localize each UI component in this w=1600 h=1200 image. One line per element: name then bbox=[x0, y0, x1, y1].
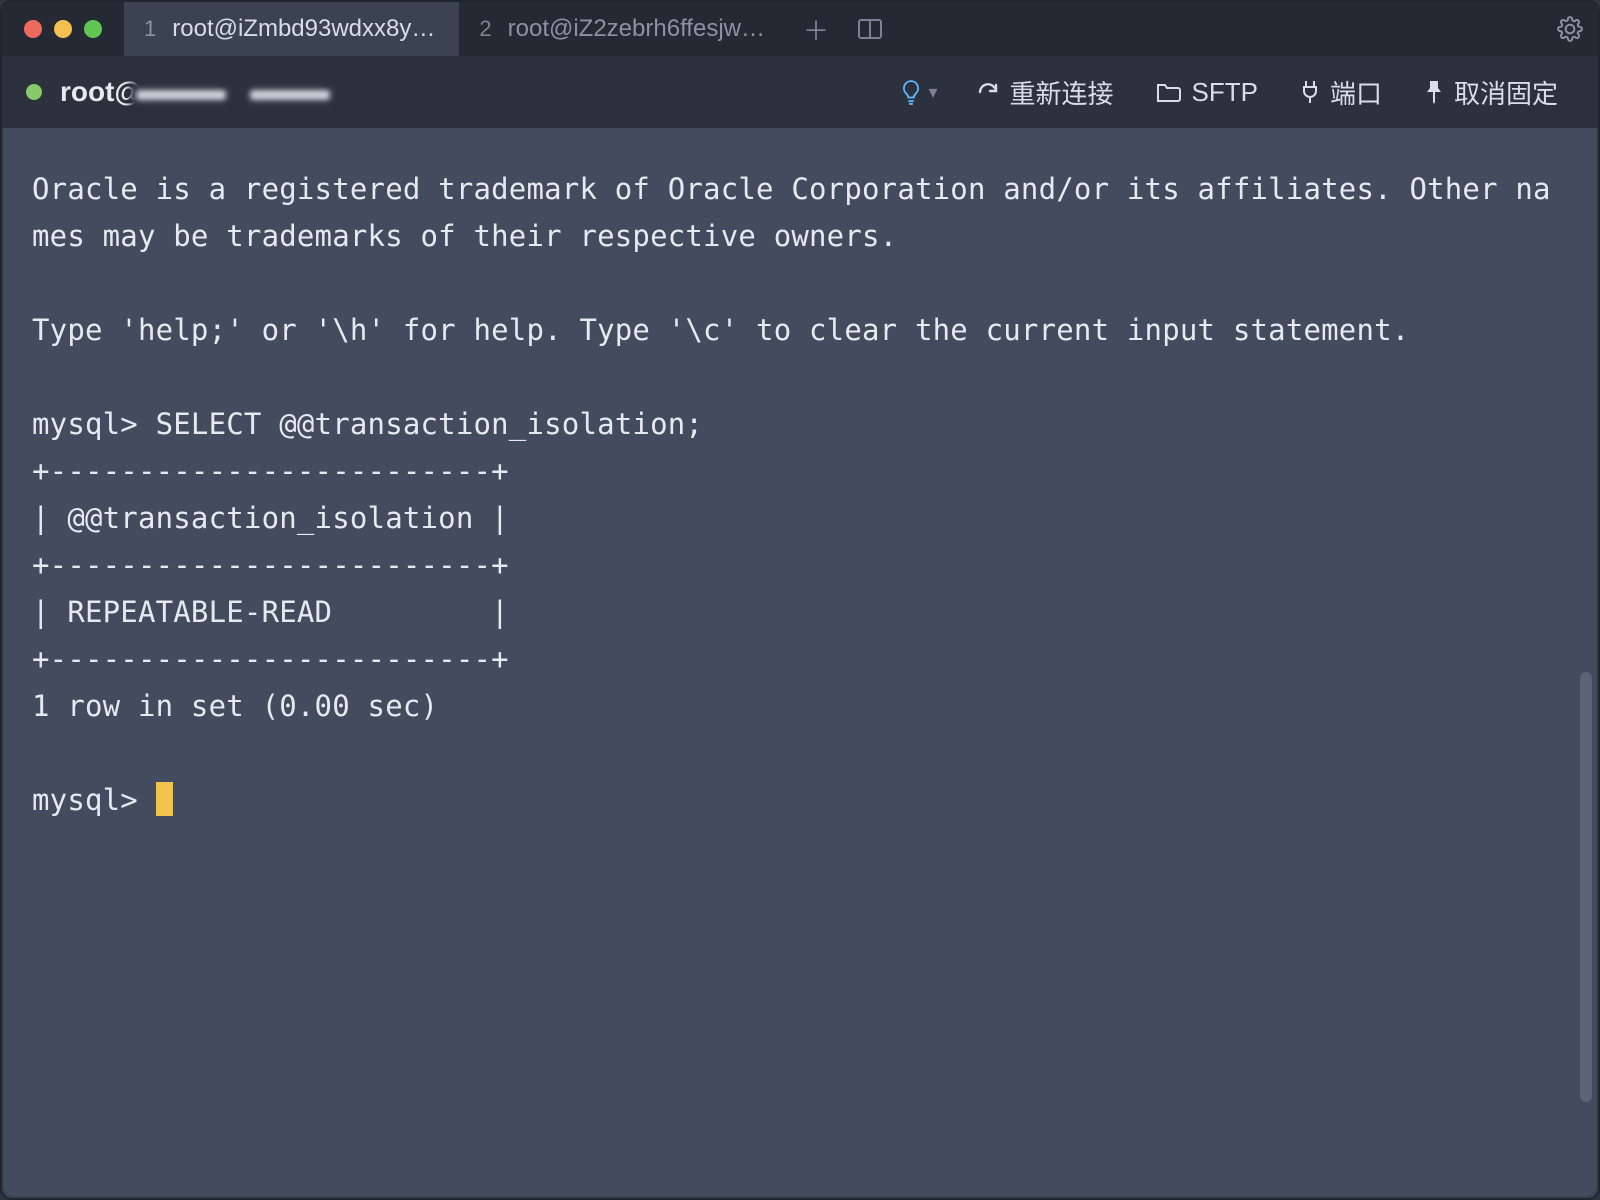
term-prompt: mysql> bbox=[32, 783, 156, 817]
app-window: 1 root@iZmbd93wdxx8y… 2 root@iZ2zebrh6ff… bbox=[0, 0, 1600, 1200]
terminal-pane[interactable]: Oracle is a registered trademark of Orac… bbox=[4, 128, 1596, 1196]
refresh-icon bbox=[976, 80, 1000, 104]
term-line: 1 row in set (0.00 sec) bbox=[32, 689, 438, 723]
term-line: +-------------------------+ bbox=[32, 454, 509, 488]
terminal-output: Oracle is a registered trademark of Orac… bbox=[32, 166, 1568, 824]
term-line: Oracle is a registered trademark of Orac… bbox=[32, 172, 1551, 253]
minimize-button[interactable] bbox=[54, 20, 72, 38]
plus-icon: ＋ bbox=[803, 11, 829, 48]
port-button[interactable]: 端口 bbox=[1284, 66, 1398, 119]
tab-title: root@iZ2zebrh6ffesjw… bbox=[508, 15, 765, 43]
term-line: +-------------------------+ bbox=[32, 642, 509, 676]
connection-status-dot bbox=[26, 84, 42, 100]
terminal-cursor bbox=[156, 782, 173, 816]
term-line: | @@transaction_isolation | bbox=[32, 501, 509, 535]
tab-title: root@iZmbd93wdxx8y… bbox=[172, 15, 435, 43]
split-icon bbox=[858, 19, 882, 39]
sftp-button[interactable]: SFTP bbox=[1140, 69, 1274, 116]
new-tab-button[interactable]: ＋ bbox=[789, 11, 843, 48]
reconnect-label: 重新连接 bbox=[1010, 74, 1114, 111]
hints-dropdown[interactable]: ▾ bbox=[888, 70, 949, 114]
term-line: mysql> SELECT @@transaction_isolation; bbox=[32, 407, 703, 441]
scrollbar-thumb[interactable] bbox=[1580, 672, 1592, 1102]
pin-icon bbox=[1424, 79, 1444, 105]
split-panel-button[interactable] bbox=[843, 19, 897, 39]
scrollbar-track[interactable] bbox=[1578, 132, 1594, 1190]
unpin-label: 取消固定 bbox=[1454, 74, 1558, 111]
reconnect-button[interactable]: 重新连接 bbox=[960, 66, 1130, 119]
traffic-lights bbox=[2, 20, 124, 38]
lightbulb-icon bbox=[900, 78, 922, 106]
term-line: | REPEATABLE-READ | bbox=[32, 595, 509, 629]
settings-button[interactable] bbox=[1542, 16, 1598, 42]
maximize-button[interactable] bbox=[84, 20, 102, 38]
plug-icon bbox=[1300, 79, 1320, 105]
port-label: 端口 bbox=[1330, 74, 1382, 111]
term-line: +-------------------------+ bbox=[32, 548, 509, 582]
term-line: Type 'help;' or '\h' for help. Type '\c'… bbox=[32, 313, 1409, 347]
host-redacted bbox=[130, 82, 370, 108]
tab-strip: 1 root@iZmbd93wdxx8y… 2 root@iZ2zebrh6ff… bbox=[124, 2, 789, 56]
toolbar: root@ ▾ 重新连接 SFTP 端口 bbox=[2, 56, 1598, 128]
connection-host-label: root@ bbox=[60, 76, 372, 108]
close-button[interactable] bbox=[24, 20, 42, 38]
tab-2[interactable]: 2 root@iZ2zebrh6ffesjw… bbox=[459, 2, 789, 56]
titlebar: 1 root@iZmbd93wdxx8y… 2 root@iZ2zebrh6ff… bbox=[2, 2, 1598, 56]
unpin-button[interactable]: 取消固定 bbox=[1408, 66, 1574, 119]
chevron-down-icon: ▾ bbox=[928, 82, 937, 103]
sftp-label: SFTP bbox=[1192, 77, 1258, 108]
tab-index: 2 bbox=[479, 16, 491, 42]
tab-index: 1 bbox=[144, 16, 156, 42]
gear-icon bbox=[1557, 16, 1583, 42]
tab-1[interactable]: 1 root@iZmbd93wdxx8y… bbox=[124, 2, 459, 56]
folder-open-icon bbox=[1156, 81, 1182, 103]
